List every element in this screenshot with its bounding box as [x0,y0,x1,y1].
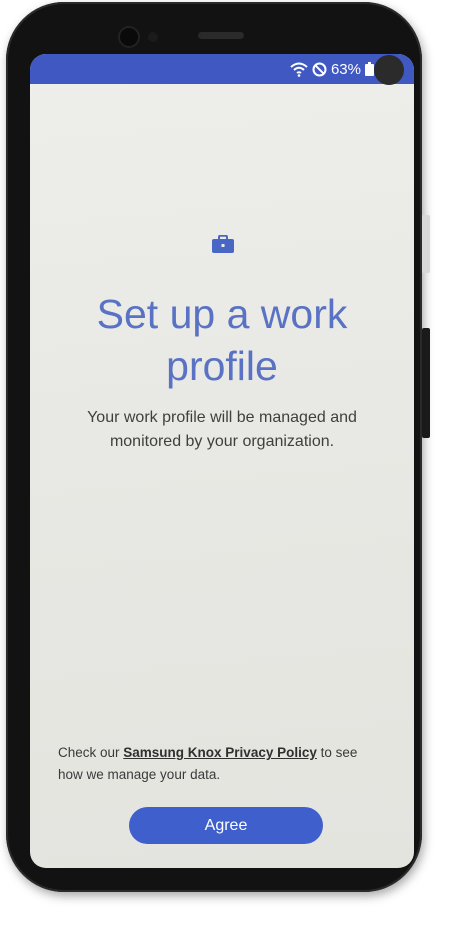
page-subtitle: Your work profile will be managed and mo… [87,409,357,450]
volume-button [422,328,430,438]
device-screen: 63% Set up a work profile Your work prof… [30,54,414,868]
earpiece-speaker [198,32,244,39]
page-title: Set up a work profile [96,291,348,389]
power-button [422,215,430,273]
status-bar: 63% [30,54,414,85]
battery-percent: 63% [330,60,361,78]
punch-hole-camera [374,55,404,85]
battery-icon [365,62,374,76]
agree-button[interactable]: Agree [129,807,323,844]
privacy-policy-link[interactable]: Samsung Knox Privacy Policy [123,745,317,760]
policy-prefix: Check our [58,745,124,760]
do-not-disturb-icon [312,62,327,76]
proximity-sensor [148,32,158,42]
status-icons: 63% [290,60,374,78]
front-camera [120,28,138,46]
wifi-icon [290,62,308,77]
privacy-policy-notice: Check our Samsung Knox Privacy Policy to… [58,742,358,786]
phone-frame: 63% Set up a work profile Your work prof… [6,2,422,892]
briefcase-icon [212,235,234,253]
